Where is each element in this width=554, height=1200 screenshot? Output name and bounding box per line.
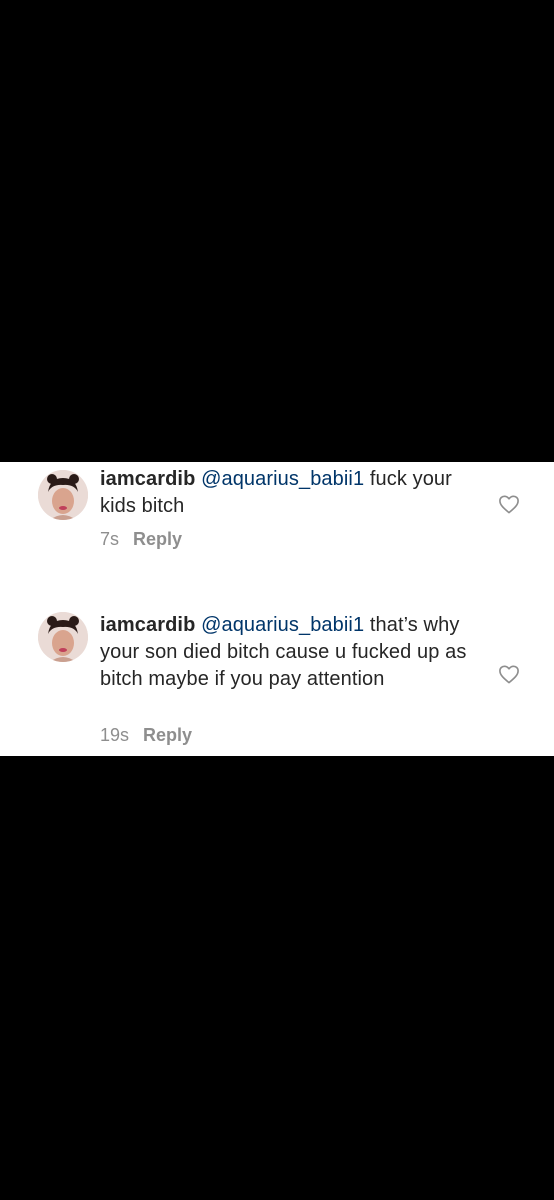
comment-text: iamcardib @aquarius_babii1 fuck your kid…: [100, 466, 475, 520]
comment-username[interactable]: iamcardib: [100, 468, 195, 490]
comment-mention[interactable]: @aquarius_babii1: [201, 614, 364, 636]
profile-photo-icon: [38, 612, 88, 662]
comment-text: iamcardib @aquarius_babii1 that’s why yo…: [100, 612, 475, 693]
profile-photo-icon: [38, 470, 88, 520]
heart-outline-icon[interactable]: [498, 494, 520, 514]
comment-mention[interactable]: @aquarius_babii1: [201, 468, 364, 490]
comment-meta: 19s Reply: [100, 725, 192, 746]
reply-button[interactable]: Reply: [133, 529, 182, 549]
reply-button[interactable]: Reply: [143, 725, 192, 745]
heart-outline-icon[interactable]: [498, 664, 520, 684]
comment-username[interactable]: iamcardib: [100, 614, 195, 636]
comment-meta: 7s Reply: [100, 529, 182, 550]
comments-panel: iamcardib @aquarius_babii1 fuck your kid…: [0, 462, 554, 756]
avatar[interactable]: [38, 612, 88, 662]
screenshot-frame: iamcardib @aquarius_babii1 fuck your kid…: [0, 0, 554, 1200]
avatar[interactable]: [38, 470, 88, 520]
comment-timestamp: 7s: [100, 529, 120, 549]
comment-timestamp: 19s: [100, 725, 130, 745]
